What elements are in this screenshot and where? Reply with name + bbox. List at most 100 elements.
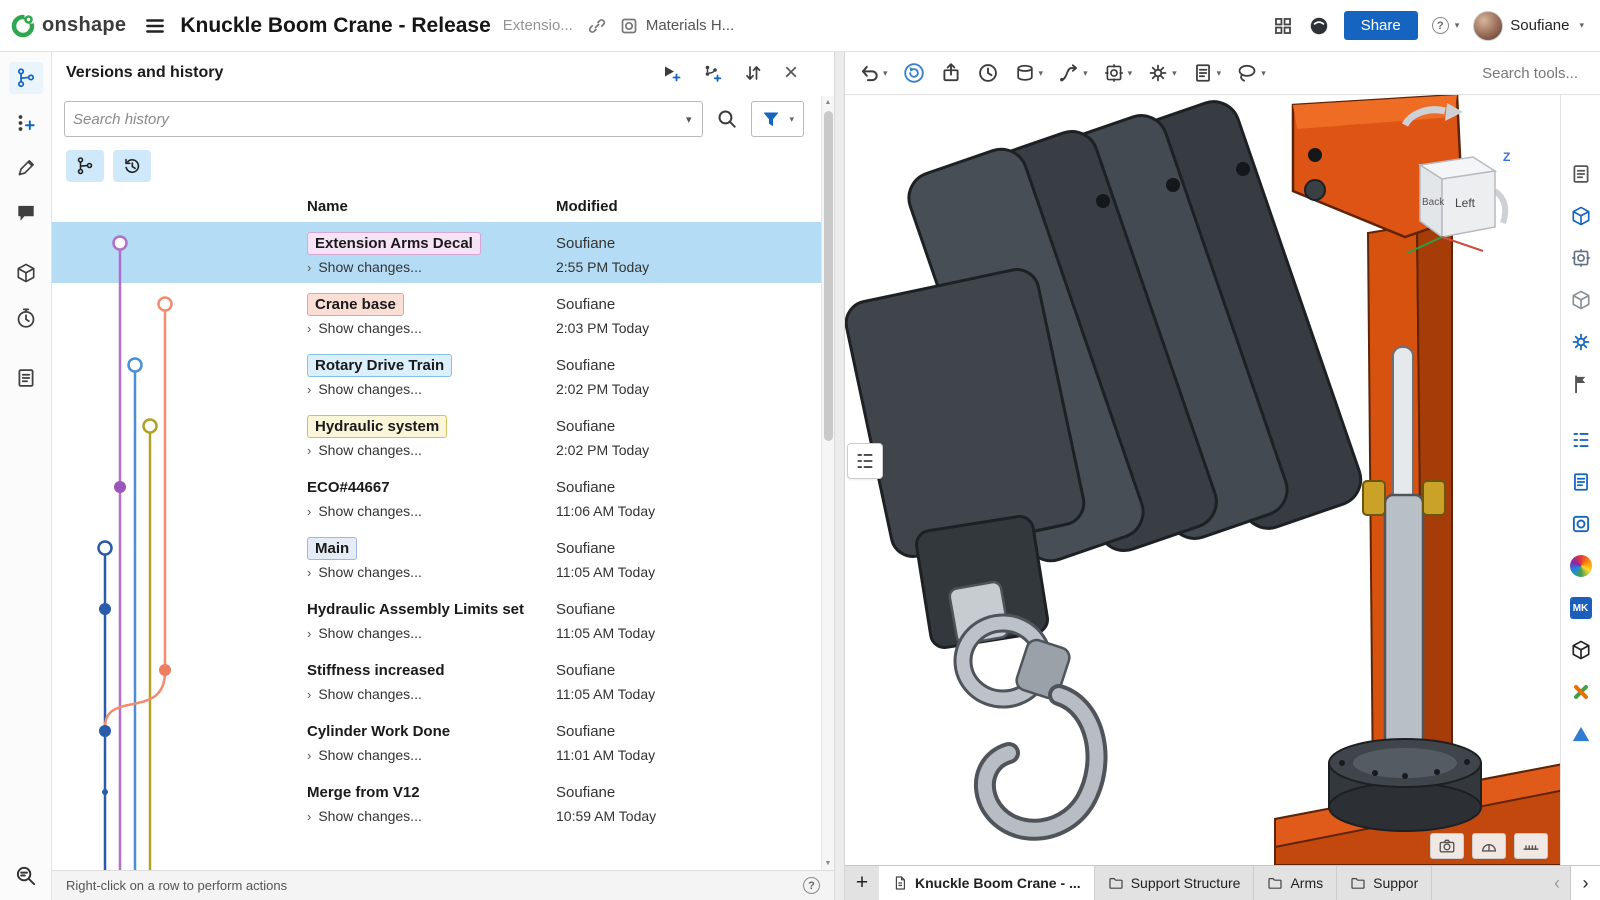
app-store-button[interactable] xyxy=(1272,15,1294,37)
materials-tab[interactable]: Materials H... xyxy=(619,16,734,36)
mk-app-button[interactable]: MK xyxy=(1568,595,1594,621)
show-changes-link[interactable]: › Show changes... xyxy=(307,683,556,705)
tab-knuckle-boom-crane[interactable]: Knuckle Boom Crane - ... xyxy=(879,866,1095,900)
learning-center-button[interactable] xyxy=(1308,15,1330,37)
search-icon xyxy=(716,108,738,130)
create-branch-button[interactable] xyxy=(702,63,722,83)
compare-versions-button[interactable] xyxy=(743,63,763,83)
history-search-input[interactable] xyxy=(73,111,683,128)
bom-button[interactable]: ▾ xyxy=(1187,58,1227,88)
panel-scrollbar[interactable]: ▲ ▼ xyxy=(821,96,834,870)
feature-list-toggle[interactable] xyxy=(847,443,883,479)
parts-button[interactable] xyxy=(9,257,43,289)
search-dropdown-caret[interactable]: ▾ xyxy=(683,113,695,126)
add-tab-button[interactable]: + xyxy=(845,866,879,900)
wire-cube-app-button[interactable] xyxy=(1568,637,1594,663)
color-wheel-app-button[interactable] xyxy=(1568,553,1594,579)
comments-button[interactable] xyxy=(9,197,43,229)
search-submit-button[interactable] xyxy=(709,101,745,137)
version-row[interactable]: ECO#44667 › Show changes... Soufiane 11:… xyxy=(52,466,834,527)
solid-cube-panel-button[interactable] xyxy=(1568,287,1594,313)
version-row[interactable]: Cylinder Work Done › Show changes... Sou… xyxy=(52,710,834,771)
assembly-panel-button[interactable] xyxy=(1568,203,1594,229)
tab-suppor[interactable]: Suppor xyxy=(1337,866,1432,900)
document-panel-button[interactable] xyxy=(1568,469,1594,495)
show-changes-link[interactable]: › Show changes... xyxy=(307,317,556,339)
scrollbar-thumb[interactable] xyxy=(824,111,833,441)
create-version-button[interactable] xyxy=(661,63,681,83)
share-link-button[interactable] xyxy=(587,16,607,36)
notes-button[interactable] xyxy=(9,362,43,394)
view-cube-back-face[interactable]: Back xyxy=(1422,197,1445,208)
model-canvas[interactable]: Back Left Z xyxy=(845,95,1600,865)
orientation-button[interactable] xyxy=(1472,833,1506,859)
named-positions-button[interactable] xyxy=(972,58,1004,88)
help-menu-button[interactable]: ? ▾ xyxy=(1432,17,1460,34)
history-filter-toggle[interactable] xyxy=(113,150,151,182)
version-row[interactable]: Main › Show changes... Soufiane 11:05 AM… xyxy=(52,527,834,588)
search-graphics-button[interactable] xyxy=(14,864,38,888)
help-icon[interactable]: ? xyxy=(803,877,820,894)
version-row[interactable]: Hydraulic Assembly Limits set › Show cha… xyxy=(52,588,834,649)
history-button[interactable] xyxy=(9,302,43,334)
version-row[interactable]: Rotary Drive Train › Show changes... Sou… xyxy=(52,344,834,405)
filter-button[interactable]: ▾ xyxy=(751,101,804,137)
tab-arms[interactable]: Arms xyxy=(1254,866,1337,900)
tabs-prev-button[interactable]: ‹ xyxy=(1544,866,1570,900)
show-changes-link[interactable]: › Show changes... xyxy=(307,378,556,400)
scroll-up-arrow[interactable]: ▲ xyxy=(825,96,832,109)
tabs-next-button[interactable]: › xyxy=(1570,866,1600,900)
replicate-button[interactable]: ▾ xyxy=(1142,58,1182,88)
appearance-button[interactable] xyxy=(9,152,43,184)
version-row[interactable]: Merge from V12 › Show changes... Soufian… xyxy=(52,771,834,832)
views-panel-button[interactable] xyxy=(1568,245,1594,271)
panel-resize-divider[interactable] xyxy=(835,52,845,900)
show-changes-link[interactable]: › Show changes... xyxy=(307,744,556,766)
chevron-right-icon: › xyxy=(307,504,311,519)
outline-panel-button[interactable] xyxy=(1568,427,1594,453)
x-app-button[interactable] xyxy=(1568,679,1594,705)
show-changes-link[interactable]: › Show changes... xyxy=(307,439,556,461)
user-menu-button[interactable]: Soufiane ▾ xyxy=(1473,11,1584,41)
version-row[interactable]: Stiffness increased › Show changes... So… xyxy=(52,649,834,710)
pinwheel-app-button[interactable] xyxy=(1568,329,1594,355)
show-changes-link[interactable]: › Show changes... xyxy=(307,561,556,583)
redo-button[interactable] xyxy=(898,58,930,88)
version-author: Soufiane xyxy=(556,779,824,805)
edit-in-context-button[interactable]: ▾ xyxy=(1098,58,1138,88)
show-changes-link[interactable]: › Show changes... xyxy=(307,622,556,644)
share-button[interactable]: Share xyxy=(1344,11,1418,40)
close-panel-button[interactable]: × xyxy=(784,61,798,85)
calendar-app-button[interactable] xyxy=(1568,511,1594,537)
version-author: Soufiane xyxy=(556,413,824,439)
snap-mode-button[interactable]: ▾ xyxy=(1053,58,1093,88)
version-row[interactable]: Crane base › Show changes... Soufiane 2:… xyxy=(52,283,834,344)
onshape-logo[interactable]: onshape xyxy=(10,13,126,39)
explode-button[interactable]: ▾ xyxy=(1231,58,1271,88)
document-menu-button[interactable] xyxy=(144,15,166,37)
measure-panel-button[interactable] xyxy=(1568,371,1594,397)
show-changes-link[interactable]: › Show changes... xyxy=(307,500,556,522)
insert-instance-button[interactable] xyxy=(9,107,43,139)
tab-support-structure[interactable]: Support Structure xyxy=(1095,866,1255,900)
view-cube-left-face[interactable]: Left xyxy=(1455,196,1476,210)
history-search-box[interactable]: ▾ xyxy=(64,101,703,137)
mate-button[interactable]: ▾ xyxy=(1009,58,1049,88)
chevron-right-icon: › xyxy=(307,748,311,763)
insert-button[interactable] xyxy=(935,58,967,88)
versions-panel-header: Versions and history × xyxy=(52,52,834,94)
triangle-app-button[interactable] xyxy=(1568,721,1594,747)
scale-bar-button[interactable] xyxy=(1514,833,1548,859)
version-row[interactable]: Extension Arms Decal › Show changes... S… xyxy=(52,222,834,283)
show-changes-link[interactable]: › Show changes... xyxy=(307,256,556,278)
show-changes-link[interactable]: › Show changes... xyxy=(307,805,556,827)
snapshot-button[interactable] xyxy=(1430,833,1464,859)
graph-filter-toggle[interactable] xyxy=(66,150,104,182)
scroll-down-arrow[interactable]: ▼ xyxy=(825,857,832,870)
undo-button[interactable]: ▾ xyxy=(853,58,893,88)
versions-history-panel-button[interactable] xyxy=(9,62,43,94)
search-tools-input[interactable]: Search tools... xyxy=(1482,65,1592,82)
graphics-area[interactable]: Back Left Z MK xyxy=(845,95,1600,865)
format-panel-button[interactable] xyxy=(1568,161,1594,187)
version-row[interactable]: Hydraulic system › Show changes... Soufi… xyxy=(52,405,834,466)
